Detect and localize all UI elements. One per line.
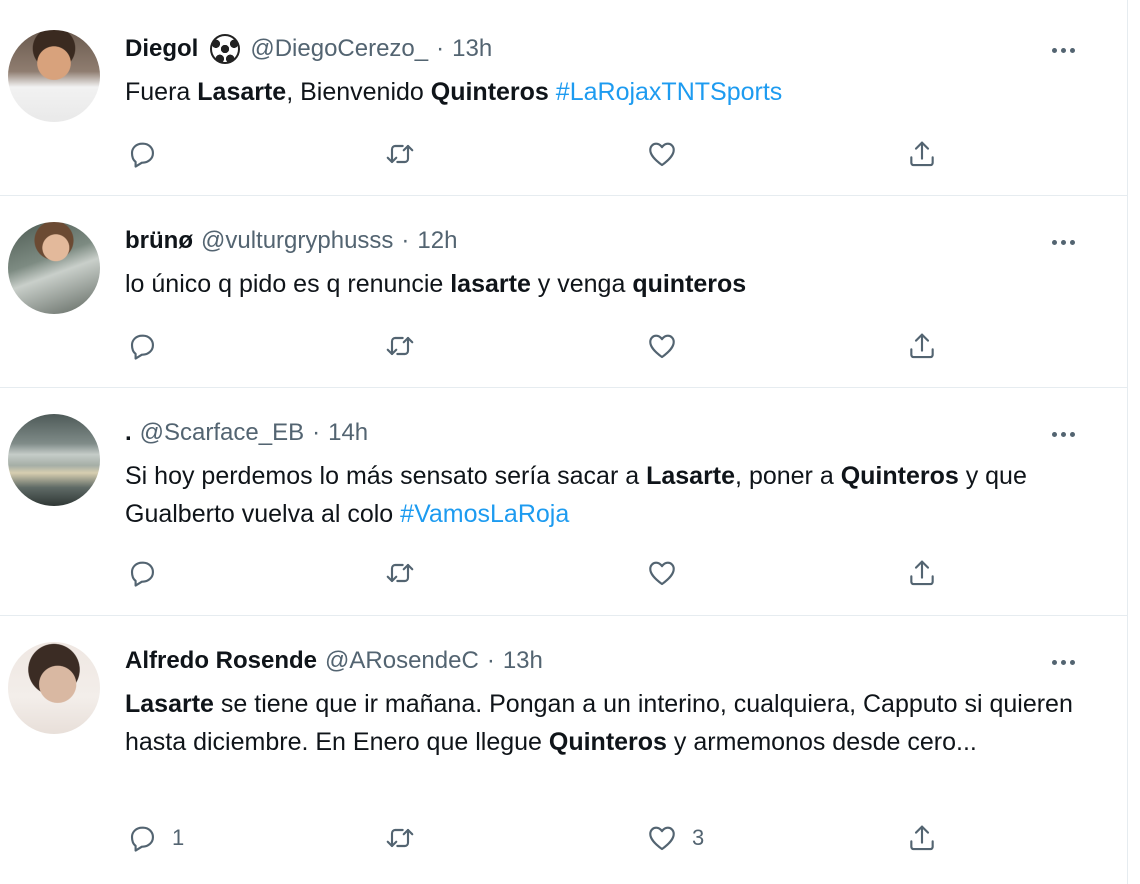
reply-icon	[130, 334, 154, 360]
share-button[interactable]	[906, 818, 938, 858]
like-button[interactable]	[646, 553, 692, 593]
text-segment: y venga	[530, 270, 633, 298]
user-name[interactable]: Diegol	[125, 35, 198, 63]
separator: ·	[401, 227, 410, 254]
share-button[interactable]	[906, 553, 938, 593]
avatar[interactable]	[8, 414, 100, 506]
user-name[interactable]: brünø	[125, 227, 193, 255]
heart-icon	[649, 334, 675, 359]
timestamp[interactable]: 13h	[503, 647, 543, 675]
highlight-keyword: quinteros	[632, 270, 747, 298]
timestamp[interactable]: 13h	[452, 35, 492, 63]
like-button[interactable]	[646, 326, 692, 366]
text-segment: , poner a	[735, 462, 841, 490]
tweet-header: Alfredo Rosende @ARosendeC · 13h	[125, 645, 543, 677]
tweet[interactable]: brünø @vulturgryphusss · 12h lo único q …	[0, 196, 1128, 388]
highlight-keyword: lasarte	[450, 270, 531, 298]
text-segment: , Bienvenido	[286, 78, 431, 106]
retweet-button[interactable]	[384, 134, 416, 174]
reply-button[interactable]: 1	[126, 818, 184, 858]
tweet-actions: 1 3	[120, 818, 960, 858]
tweet[interactable]: . @Scarface_EB · 14h Si hoy perdemos lo …	[0, 388, 1128, 616]
reply-count: 1	[172, 825, 185, 850]
share-icon	[910, 333, 934, 359]
tweet-text: Si hoy perdemos lo más sensato sería sac…	[125, 457, 1115, 533]
share-button[interactable]	[906, 134, 938, 174]
share-icon	[910, 825, 934, 851]
share-button[interactable]	[906, 326, 938, 366]
text-segment	[549, 78, 556, 106]
text-segment: lo único q pido es q renuncie	[125, 270, 451, 298]
tweet[interactable]: Diegol @DiegoCerezo_ · 13h Fuera Lasarte…	[0, 0, 1128, 196]
separator: ·	[486, 647, 495, 674]
soccer-ball-icon	[210, 34, 241, 64]
tweet-text: Lasarte se tiene que ir mañana. Pongan a…	[125, 685, 1115, 761]
tweet-header: Diegol @DiegoCerezo_ · 13h	[125, 33, 492, 65]
text-segment: Si hoy perdemos lo más sensato sería sac…	[125, 462, 647, 490]
tweet-header: . @Scarface_EB · 14h	[125, 417, 368, 449]
reply-icon	[130, 142, 154, 168]
tweet[interactable]: Alfredo Rosende @ARosendeC · 13h Lasarte…	[0, 616, 1128, 884]
text-segment: y armemonos desde cero...	[666, 728, 977, 756]
heart-icon	[649, 826, 675, 851]
reply-icon	[130, 826, 154, 852]
more-icon[interactable]	[1046, 33, 1080, 67]
reply-button[interactable]	[126, 553, 172, 593]
like-button[interactable]: 3	[646, 818, 704, 858]
highlight-keyword: Lasarte	[197, 78, 287, 106]
tweet-actions	[120, 553, 960, 593]
reply-icon	[130, 561, 154, 587]
retweet-button[interactable]	[384, 326, 416, 366]
user-handle[interactable]: @Scarface_EB	[140, 419, 304, 447]
like-button[interactable]	[646, 134, 692, 174]
separator: ·	[312, 419, 321, 446]
highlight-keyword: Quinteros	[548, 728, 667, 756]
separator: ·	[436, 35, 445, 62]
tweet-text: lo único q pido es q renuncie lasarte y …	[125, 265, 1115, 303]
reply-button[interactable]	[126, 326, 172, 366]
user-name[interactable]: Alfredo Rosende	[125, 647, 317, 675]
hashtag-link[interactable]: #VamosLaRoja	[400, 500, 569, 528]
highlight-keyword: Quinteros	[430, 78, 549, 106]
user-handle[interactable]: @vulturgryphusss	[201, 227, 393, 255]
user-name[interactable]: .	[125, 419, 132, 447]
retweet-icon	[386, 144, 414, 164]
reply-button[interactable]	[126, 134, 172, 174]
avatar[interactable]	[8, 642, 100, 734]
user-handle[interactable]: @ARosendeC	[325, 647, 479, 675]
user-handle[interactable]: @DiegoCerezo_	[250, 35, 428, 63]
heart-icon	[649, 142, 675, 167]
retweet-icon	[386, 828, 414, 848]
hashtag-link[interactable]: #LaRojaxTNTSports	[556, 78, 782, 106]
more-icon[interactable]	[1046, 417, 1080, 451]
text-segment: Fuera	[125, 78, 198, 106]
avatar[interactable]	[8, 30, 100, 122]
timestamp[interactable]: 14h	[328, 419, 368, 447]
highlight-keyword: Quinteros	[840, 462, 959, 490]
like-count: 3	[692, 825, 705, 850]
more-icon[interactable]	[1046, 645, 1080, 679]
tweet-header: brünø @vulturgryphusss · 12h	[125, 225, 457, 257]
tweet-text: Fuera Lasarte, Bienvenido Quinteros #LaR…	[125, 73, 1115, 111]
more-icon[interactable]	[1046, 225, 1080, 259]
tweet-actions	[120, 134, 960, 174]
share-icon	[910, 141, 934, 167]
timestamp[interactable]: 12h	[417, 227, 457, 255]
retweet-icon	[386, 336, 414, 356]
retweet-button[interactable]	[384, 818, 416, 858]
tweet-actions	[120, 326, 960, 366]
highlight-keyword: Lasarte	[646, 462, 736, 490]
heart-icon	[649, 561, 675, 586]
retweet-icon	[386, 563, 414, 583]
retweet-button[interactable]	[384, 553, 416, 593]
avatar[interactable]	[8, 222, 100, 314]
tweet-feed: Diegol @DiegoCerezo_ · 13h Fuera Lasarte…	[0, 0, 1128, 884]
highlight-keyword: Lasarte	[125, 690, 214, 718]
share-icon	[910, 560, 934, 586]
